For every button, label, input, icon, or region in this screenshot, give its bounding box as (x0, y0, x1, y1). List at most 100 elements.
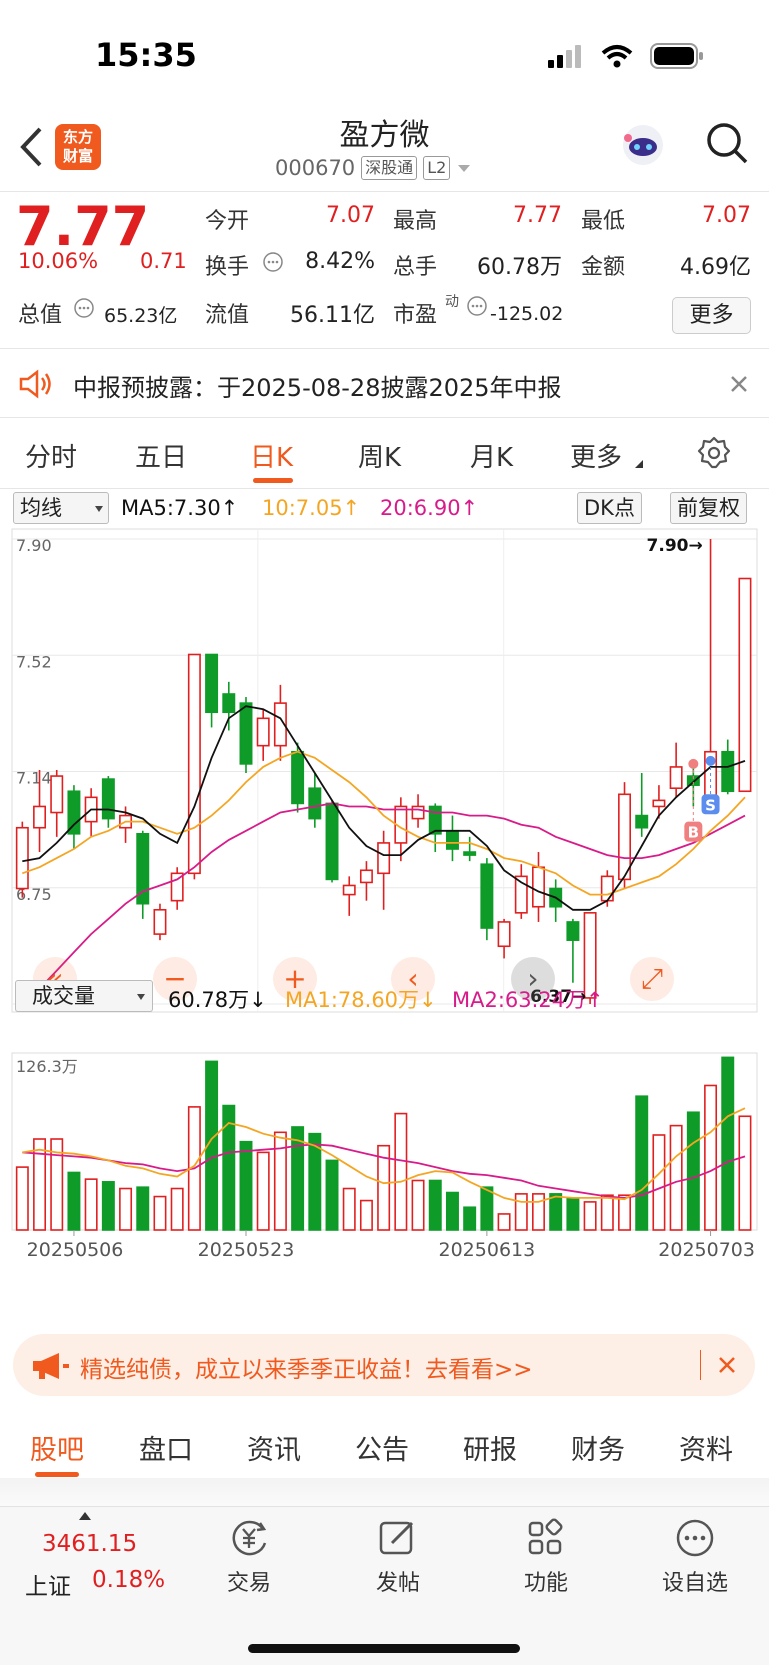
volume-bar (342, 1187, 356, 1231)
select-arrow-icon (95, 506, 103, 512)
float-label: 流值 (205, 303, 250, 328)
tab-intraday[interactable]: 分时 (25, 437, 77, 474)
volume-bar (84, 1178, 98, 1231)
volume-bar (635, 1095, 649, 1231)
ma10-legend: 10:7.05↑ (262, 496, 361, 520)
amount-label: 金额 (581, 255, 626, 280)
turnover-value: 8.42% (305, 249, 375, 274)
control-glyph: ⤢ (641, 962, 663, 995)
candle-body (153, 908, 167, 935)
mktcap-label: 总值 (18, 303, 63, 328)
open-value: 7.07 (326, 203, 375, 228)
change-amount: 0.71 (140, 249, 187, 273)
amount-value: 4.69亿 (680, 255, 751, 280)
tab-daily-k[interactable]: 日K (250, 437, 293, 474)
tab-research[interactable]: 研报 (463, 1428, 517, 1467)
more-button[interactable]: 更多 (672, 297, 751, 334)
candle-body (721, 750, 735, 793)
tab-forum[interactable]: 股吧 (30, 1428, 84, 1467)
quote-panel: 7.77 10.06% 0.71 今开 7.07 最高 7.77 最低 7.07… (0, 193, 769, 349)
promo-divider (700, 1350, 701, 1380)
level-badge: L2 (423, 156, 451, 180)
search-icon[interactable] (704, 120, 750, 166)
volume-legend: 60.78万↓ (168, 988, 267, 1012)
volume-bar (463, 1206, 477, 1231)
dock-trade[interactable]: 交易 (209, 1517, 289, 1597)
tab-announcements[interactable]: 公告 (355, 1428, 409, 1467)
robot-assistant-icon[interactable] (618, 120, 668, 170)
volume-bar (170, 1187, 184, 1231)
stock-code: 000670 (275, 156, 356, 180)
low-label: 最低 (581, 209, 626, 234)
index-value[interactable]: 3461.15 (42, 1531, 137, 1557)
apps-grid-icon (528, 1518, 563, 1555)
candle-body (532, 866, 545, 908)
notice-bar[interactable]: 中报预披露：于2025-08-28披露2025年中报 (0, 350, 769, 418)
dk-point-button[interactable]: DK点 (577, 492, 642, 524)
settings-gear-icon[interactable] (697, 436, 731, 470)
content-peek (0, 1478, 769, 1506)
close-icon[interactable] (717, 1355, 737, 1375)
float-value: 56.11亿 (290, 303, 375, 328)
info-dots-icon[interactable] (73, 297, 95, 319)
notice-text: 中报预披露：于2025-08-28披露2025年中报 (73, 374, 562, 402)
candle-body (256, 717, 270, 747)
candle-body (445, 829, 459, 850)
tab-weekly-k[interactable]: 周K (358, 437, 401, 474)
candle-body (136, 833, 150, 905)
adjust-mode-button[interactable]: 前复权 (670, 492, 747, 524)
candle-body (15, 826, 29, 890)
kline-svg[interactable]: 7.907.527.146.756.37126.3万7.90→6.37→BS«−… (0, 527, 769, 1327)
candle-body (635, 814, 649, 829)
candle-body (50, 775, 64, 814)
stock-header: 东方 财富 盈方微 000670 深股通 L2 (0, 110, 769, 192)
candle-body (480, 863, 494, 929)
turnover-label: 换手 (205, 255, 250, 280)
indicator-select[interactable]: 均线 (13, 492, 109, 524)
pe-label: 市盈 (393, 303, 438, 328)
candle-body (377, 842, 391, 875)
candle-body (669, 766, 683, 790)
more-circle-icon (676, 1519, 714, 1557)
candle-body (222, 693, 236, 714)
tab-monthly-k[interactable]: 月K (470, 437, 513, 474)
volume-indicator-select[interactable]: 成交量 (15, 980, 153, 1012)
info-dots-icon[interactable] (466, 295, 488, 317)
volume-bar (480, 1186, 494, 1231)
tab-financials[interactable]: 财务 (571, 1428, 625, 1467)
status-time: 15:35 (95, 36, 197, 74)
candle-body (187, 653, 201, 875)
tab-orderbook[interactable]: 盘口 (139, 1428, 193, 1467)
candle-body (600, 875, 614, 902)
tab-profile[interactable]: 资料 (679, 1428, 733, 1467)
volume-bar (411, 1179, 425, 1231)
stock-code-row[interactable]: 000670 深股通 L2 (275, 156, 472, 180)
x-tick-label: 20250703 (658, 1239, 755, 1261)
dock-functions[interactable]: 功能 (506, 1517, 586, 1597)
candle-body (33, 805, 47, 829)
candle-body (325, 802, 339, 881)
tab-more[interactable]: 更多 (570, 437, 622, 474)
sell-marker-text: S (705, 796, 716, 814)
close-icon[interactable] (729, 374, 749, 394)
megaphone-icon (33, 1353, 69, 1379)
promo-banner[interactable]: 精选纯债，成立以来季季正收益！去看看>> (13, 1334, 755, 1396)
volume-bar (738, 1115, 752, 1231)
price-tick-label: 7.52 (16, 652, 52, 671)
tab-five-day[interactable]: 五日 (135, 437, 187, 474)
index-percent: 0.18% (92, 1567, 166, 1593)
dock-post[interactable]: 发帖 (358, 1517, 438, 1597)
candle-body (291, 750, 305, 805)
buy-signal-dot (688, 758, 699, 769)
candle-body (463, 851, 477, 856)
candle-body (738, 577, 752, 793)
volume-bar (669, 1124, 683, 1231)
dock-custom-watchlist[interactable]: 设自选 (655, 1517, 735, 1597)
price-tick-label: 7.90 (16, 536, 52, 555)
candle-body (359, 869, 373, 884)
dropdown-triangle-icon (458, 165, 471, 172)
fullscreen-button-icon[interactable]: ⤢ (630, 957, 674, 1001)
tab-news[interactable]: 资讯 (247, 1428, 301, 1467)
expand-triangle-icon[interactable] (78, 1511, 92, 1521)
x-tick-label: 20250613 (439, 1239, 536, 1261)
